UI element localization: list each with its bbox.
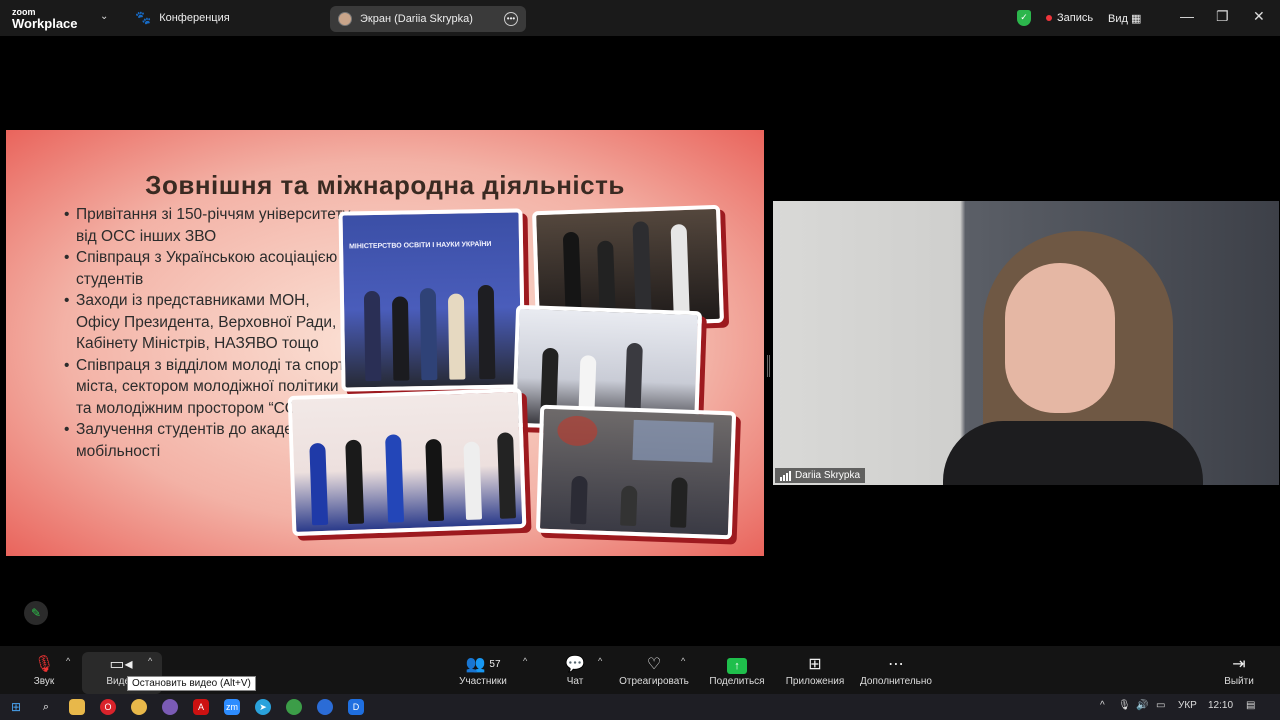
notifications-icon[interactable]: ▤ (1246, 700, 1255, 711)
meeting-title: Конференция (159, 12, 230, 24)
more-options-icon[interactable]: ••• (504, 12, 518, 26)
resize-handle[interactable] (767, 355, 770, 377)
audio-label: Звук (33, 675, 55, 687)
zoom-app-icon[interactable]: zm (224, 699, 240, 715)
chat-icon: 💬 (565, 655, 585, 673)
opera-icon[interactable]: O (100, 699, 116, 715)
participant-name-tag: Dariia Skrypka (775, 468, 866, 483)
more-button[interactable]: ⋯ Дополнительно (856, 646, 936, 694)
leave-button[interactable]: ⇥ Выйти (1222, 646, 1256, 694)
screen-share-indicator[interactable]: Экран (Dariia Skrypka) ••• (330, 6, 526, 32)
shared-screen-slide: Зовнішня та міжнародна діяльність Привіт… (6, 130, 764, 556)
signal-bars-icon (780, 470, 791, 481)
meeting-info-button[interactable]: 🐾 Конференция (135, 10, 230, 26)
chat-button[interactable]: 💬 Чат (558, 646, 592, 694)
leave-icon: ⇥ (1232, 655, 1246, 673)
record-label: Запись (1057, 12, 1094, 24)
telegram-icon[interactable]: ➤ (255, 699, 271, 715)
language-indicator[interactable]: УКР (1178, 700, 1197, 711)
slide-photo-collab (535, 404, 737, 540)
paw-icon: 🐾 (135, 10, 152, 25)
share-label: Поделиться (709, 675, 765, 687)
minimize-icon[interactable]: — (1180, 8, 1194, 24)
chevron-up-icon: ^ (66, 656, 71, 666)
leave-label: Выйти (1224, 675, 1254, 687)
slide-bullet: Заходи із представниками МОН, Офісу През… (64, 290, 354, 355)
screen-share-label: Экран (Dariia Skrypka) (360, 13, 473, 25)
heart-icon: ♡ (646, 655, 662, 673)
edge-icon[interactable] (317, 699, 333, 715)
participants-label: Участники (459, 675, 507, 687)
acrobat-icon[interactable]: A (193, 699, 209, 715)
d-app-icon[interactable]: D (348, 699, 364, 715)
shield-check-icon[interactable]: ✓ (1017, 10, 1031, 26)
restore-icon[interactable]: ❐ (1216, 8, 1229, 25)
participants-count: 57 (489, 658, 501, 670)
audio-button[interactable]: 🎙 Звук (28, 646, 60, 694)
network-icon[interactable]: ▭ (1156, 700, 1165, 711)
apps-button[interactable]: ⊞ Приложения (782, 646, 848, 694)
clock[interactable]: 12:10 (1208, 700, 1233, 711)
chrome-icon[interactable] (131, 699, 147, 715)
apps-icon: ⊞ (808, 655, 822, 673)
apps-label: Приложения (785, 675, 845, 687)
tray-chevron-icon[interactable]: ^ (1100, 700, 1105, 711)
mic-tray-icon[interactable]: 🎙 (1118, 700, 1131, 711)
file-explorer-icon[interactable] (69, 699, 85, 715)
zoom-logo: zoom Workplace (12, 7, 78, 31)
avatar (338, 12, 352, 26)
viber-icon[interactable] (162, 699, 178, 715)
photo-banner-text: МІНІСТЕРСТВО ОСВІТИ І НАУКИ УКРАЇНИ (349, 240, 492, 251)
chevron-up-icon: ^ (148, 656, 153, 666)
logo-bottom-text: Workplace (12, 16, 78, 31)
participant-video-tile[interactable]: Dariia Skrypka (773, 201, 1279, 485)
participant-face (1005, 263, 1115, 413)
share-button[interactable]: ↑ Поделиться (706, 646, 768, 694)
close-icon[interactable]: ✕ (1253, 8, 1265, 25)
participant-name: Dariia Skrypka (795, 470, 861, 481)
participant-body (943, 421, 1203, 485)
slide-bullet: Привітання зі 150-річчям університету ві… (64, 204, 354, 247)
slide-photo-ministry: МІНІСТЕРСТВО ОСВІТИ І НАУКИ УКРАЇНИ (338, 208, 526, 392)
share-screen-icon: ↑ (727, 657, 747, 674)
chevron-down-icon[interactable]: ⌄ (100, 11, 108, 22)
annotate-pencil-icon[interactable]: ✎ (24, 601, 48, 625)
chevron-up-icon: ^ (523, 656, 528, 666)
video-tooltip: Остановить видео (Alt+V) (127, 676, 256, 691)
participants-button[interactable]: 👥 57 Участники (452, 646, 514, 694)
search-icon[interactable]: ⌕ (38, 699, 54, 715)
slide-photo-team (287, 387, 527, 537)
chat-options-caret[interactable]: ^ (594, 646, 610, 694)
more-label: Дополнительно (860, 675, 932, 687)
slide-title: Зовнішня та міжнародна діяльність (145, 170, 625, 200)
more-dots-icon: ⋯ (888, 655, 904, 673)
chevron-up-icon: ^ (598, 656, 603, 666)
chevron-up-icon: ^ (681, 656, 686, 666)
record-dot-icon (1046, 15, 1052, 21)
volume-icon[interactable]: 🔊 (1136, 700, 1148, 711)
audio-options-caret[interactable]: ^ (62, 646, 78, 694)
windows-start-icon[interactable]: ⊞ (8, 699, 24, 715)
title-bar: zoom Workplace ⌄ 🐾 Конференция Экран (Da… (0, 0, 1280, 36)
view-menu-button[interactable]: Вид ▦ (1108, 12, 1141, 25)
mic-muted-icon: 🎙 (33, 655, 55, 673)
slide-bullet: Співпраця з Українською асоціацією студе… (64, 247, 354, 290)
windows-taskbar: ⊞ ⌕ O A zm ➤ D ^ 🎙 🔊 ▭ УКР 12:10 ▤ (0, 694, 1280, 720)
participants-icon: 👥 57 (465, 655, 501, 673)
react-options-caret[interactable]: ^ (677, 646, 693, 694)
participants-options-caret[interactable]: ^ (519, 646, 535, 694)
camera-icon: ▭◂ (109, 655, 133, 673)
chat-label: Чат (566, 675, 584, 687)
view-label: Вид (1108, 13, 1128, 25)
chrome-alt-icon[interactable] (286, 699, 302, 715)
recording-indicator[interactable]: Запись (1046, 12, 1093, 24)
grid-icon: ▦ (1130, 13, 1142, 25)
